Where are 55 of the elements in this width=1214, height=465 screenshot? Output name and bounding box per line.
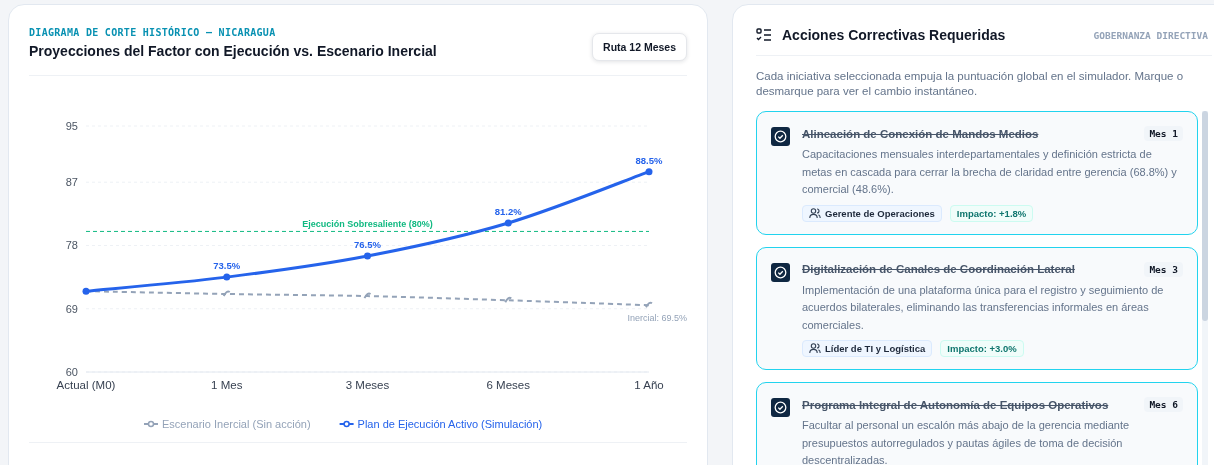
data-point [363, 292, 372, 300]
axis-tick-label: 78 [65, 239, 78, 252]
users-icon [809, 343, 821, 354]
month-badge: Mes 3 [1144, 261, 1183, 277]
axis-category-label: 1 Mes [211, 379, 243, 391]
action-title: Digitalización de Canales de Coordinación Lateral [802, 263, 1075, 275]
panel-title: Acciones Correctivas Requeridas [782, 27, 1006, 43]
end-label: Inercial: 69.5% [627, 313, 687, 324]
data-point [223, 273, 231, 281]
data-point [82, 287, 90, 295]
action-description: Implementación de una plataforma única para el registro y seguimiento de acuerdos bilaterales, eliminando las transferencias informales en áreas comerciales. [802, 282, 1165, 333]
data-label: 73.5% [213, 260, 241, 272]
axis-category-label: Actual (M0) [56, 379, 116, 391]
month-badge: Mes 6 [1144, 397, 1183, 412]
action-checkbox[interactable] [771, 398, 790, 417]
panel-description: Cada iniciativa seleccionada empuja la puntuación global en el simulador. Marque o desmarque para ver el cambio instantáneo. [756, 69, 1185, 99]
data-label: 76.5% [354, 239, 381, 251]
owner-name: Líder de TI y Logística [825, 343, 926, 354]
data-label: 88.5% [635, 154, 663, 166]
action-card[interactable] [756, 111, 1198, 235]
impact-chip: Impacto: +3.0% [940, 340, 1024, 357]
legend-item[interactable]: Plan de Ejecución Activo (Simulación) [338, 418, 543, 430]
axis-tick-label: 60 [65, 366, 78, 378]
panel-tag: GOBERNANZA DIRECTIVA [1093, 29, 1208, 41]
axis-category-label: 6 Meses [486, 379, 530, 391]
users-icon [809, 207, 821, 219]
axis-tick-label: 69 [65, 302, 78, 315]
data-label: 81.2% [494, 206, 522, 217]
data-point [645, 168, 653, 176]
impact-chip: Impacto: +1.8% [949, 204, 1034, 222]
action-checkbox[interactable] [771, 127, 790, 146]
axis-category-label: 3 Meses [345, 379, 390, 391]
axis-tick-label: 87 [65, 176, 78, 189]
data-point [645, 301, 653, 309]
action-description: Capacitaciones mensuales interdepartamentales y definición estricta de metas en cascada para cerrar la brecha de claridad entre gerencia (68.8%) y comercial (48.6%). [802, 147, 1178, 197]
data-point [222, 290, 231, 297]
axis-category-label: 1 Año [634, 379, 664, 391]
action-description: Facultar al personal un escalón más abajo de la gerencia mediante presupuestos autorregulados y pautas ágiles de toma de decisión descentralizadas. [802, 418, 1131, 465]
axis-tick-label: 95 [65, 120, 78, 132]
data-point [504, 219, 512, 227]
range-button[interactable]: Ruta 12 Meses [592, 33, 687, 61]
scrollbar[interactable] [1202, 111, 1208, 465]
data-point [364, 252, 371, 260]
data-point [504, 296, 513, 304]
action-card[interactable] [756, 382, 1198, 465]
chart-title: Proyecciones del Factor con Ejecución vs. Escenario Inercial [29, 43, 437, 59]
action-card[interactable] [756, 246, 1198, 370]
section-eyebrow: DIAGRAMA DE CORTE HISTÓRICO — NICARAGUA [29, 27, 277, 38]
action-checkbox[interactable] [771, 262, 790, 282]
owner-name: Gerente de Operaciones [825, 207, 935, 219]
action-title: Programa Integral de Autonomía de Equipos Operativos [802, 398, 1109, 411]
action-title: Alineación de Conexión de Mandos Medios [802, 127, 1039, 140]
month-badge: Mes 1 [1144, 126, 1183, 141]
checklist-icon [756, 28, 772, 42]
reference-label: Ejecución Sobresaliente (80%) [302, 219, 433, 230]
